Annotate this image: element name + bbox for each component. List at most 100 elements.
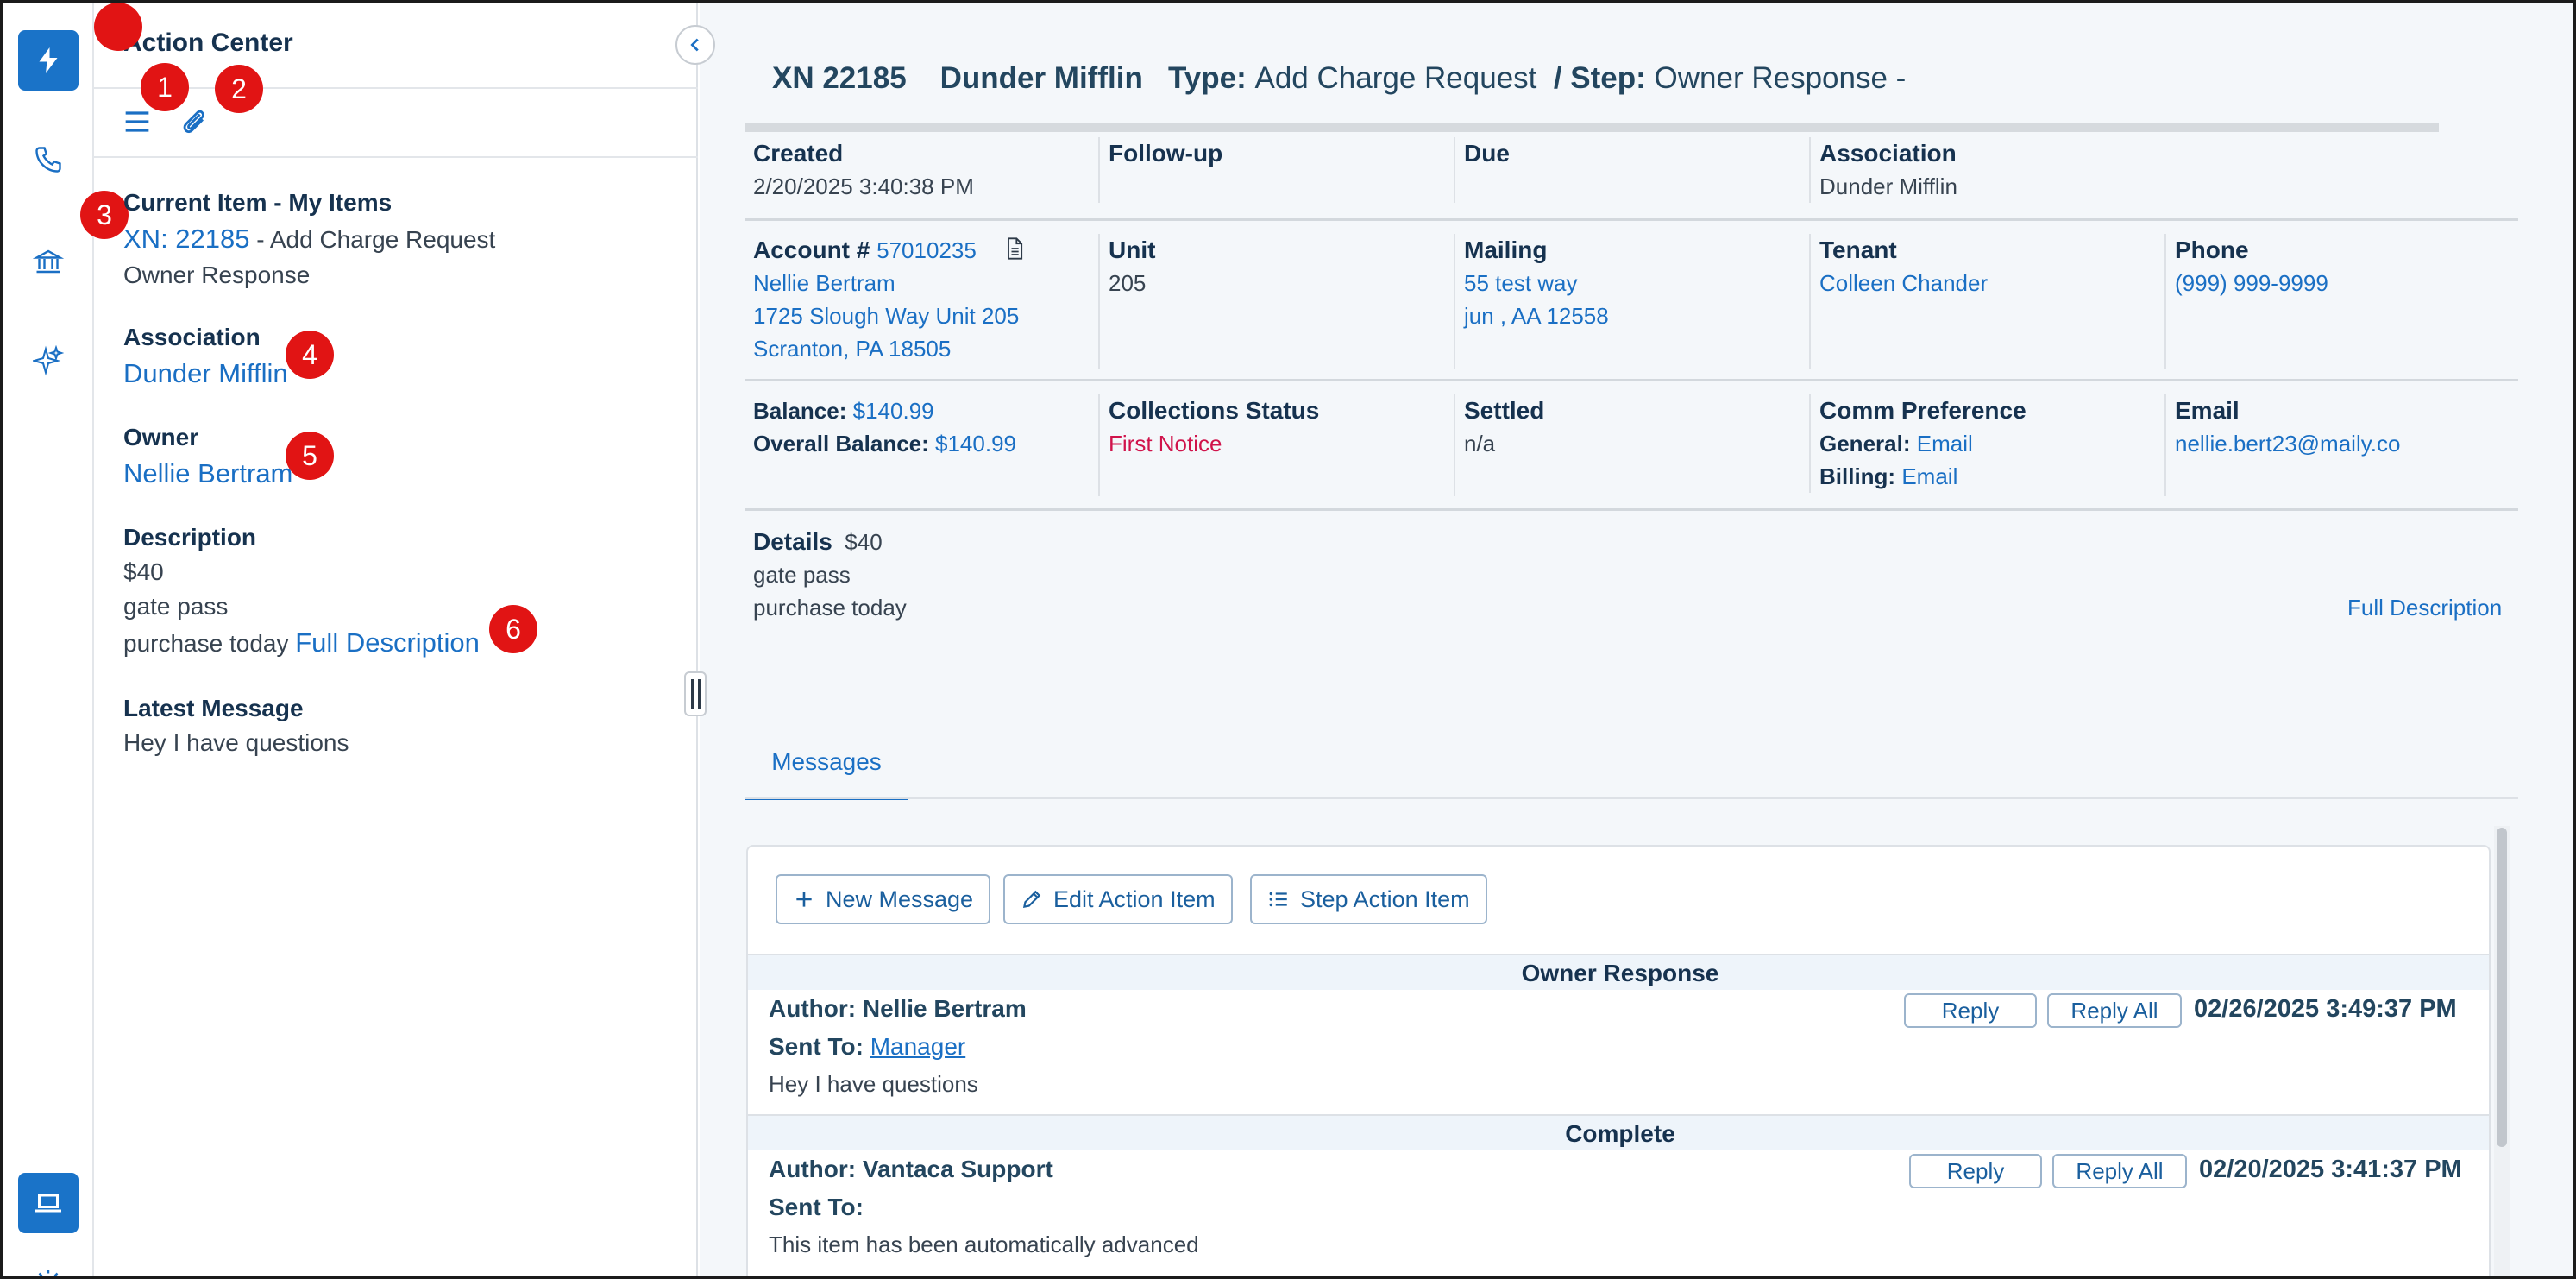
collections-status: First Notice	[1109, 431, 1222, 457]
settled-label: Settled	[1464, 397, 1545, 424]
reply-all-button[interactable]: Reply All	[2047, 993, 2182, 1028]
badge-2: 2	[215, 65, 263, 113]
rail-action-center-button[interactable]	[18, 30, 79, 91]
association-label: Association	[1819, 140, 1957, 167]
reply-button[interactable]: Reply	[1909, 1154, 2042, 1188]
association-cell: Association Dunder Mifflin	[1809, 137, 1957, 203]
list-icon	[1269, 892, 1287, 907]
collapse-panel-button[interactable]	[675, 25, 715, 65]
divider	[745, 508, 2518, 511]
details-full-description-link[interactable]: Full Description	[2347, 591, 2502, 624]
billing-label: Billing:	[1819, 463, 1896, 489]
panel-title: Action Center	[123, 28, 293, 57]
rail-laptop-button[interactable]	[18, 1173, 79, 1233]
association-link[interactable]: Dunder Mifflin	[123, 358, 288, 388]
mailing-label: Mailing	[1464, 236, 1548, 263]
lightning-icon	[39, 47, 58, 73]
tenant-label: Tenant	[1819, 236, 1897, 263]
page-title: XN 22185 Dunder Mifflin Type: Add Charge…	[772, 61, 1906, 96]
phone-icon	[35, 147, 61, 173]
owner-label: Owner	[123, 424, 199, 450]
badge-3: 3	[80, 191, 129, 239]
menu-icon[interactable]	[120, 104, 154, 139]
details-line-1: gate pass	[753, 562, 851, 588]
owner-link[interactable]: Nellie Bertram	[123, 458, 292, 488]
current-item-link[interactable]: XN: 22185	[123, 224, 250, 254]
messages-scrollbar[interactable]	[2494, 826, 2510, 1276]
rail-theme-button[interactable]	[18, 1252, 79, 1276]
plus-icon	[796, 892, 812, 907]
email-link[interactable]: nellie.bert23@maily.co	[2175, 427, 2400, 460]
sent-to-label: Sent To:	[769, 1194, 864, 1220]
reply-all-button[interactable]: Reply All	[2052, 1154, 2187, 1188]
current-item-step: Owner Response	[123, 261, 311, 288]
created-value: 2/20/2025 3:40:38 PM	[753, 173, 974, 199]
balance-link[interactable]: $140.99	[853, 398, 934, 424]
full-description-link[interactable]: Full Description	[295, 627, 480, 658]
step-action-item-label: Step Action Item	[1300, 885, 1470, 912]
rail-bank-button[interactable]	[18, 231, 79, 292]
main-content: XN 22185 Dunder Mifflin Type: Add Charge…	[700, 3, 2573, 1276]
message-author: Author: Nellie Bertram	[769, 995, 1027, 1022]
tab-underline	[745, 797, 2518, 799]
sun-icon	[38, 1270, 59, 1276]
message-date: 02/20/2025 3:41:37 PM	[2199, 1156, 2462, 1183]
paperclip-icon[interactable]	[177, 104, 211, 139]
general-label: General:	[1819, 431, 1911, 457]
sent-to-manager-link[interactable]: Manager	[870, 1033, 966, 1060]
reply-button[interactable]: Reply	[1904, 993, 2037, 1028]
unit-value: 205	[1109, 270, 1147, 296]
description-label: Description	[123, 524, 257, 551]
created-label: Created	[753, 140, 844, 167]
divider	[745, 379, 2518, 381]
phone-link[interactable]: (999) 999-9999	[2175, 267, 2328, 299]
balance-label: Balance:	[753, 398, 847, 424]
due-label: Due	[1464, 140, 1510, 167]
billing-value: Email	[1901, 463, 1958, 489]
unit-cell: Unit 205	[1098, 234, 1155, 369]
collections-cell: Collections Status First Notice	[1098, 394, 1319, 496]
document-icon[interactable]	[1002, 236, 1027, 261]
settled-value: n/a	[1464, 431, 1496, 457]
message-sent-to: Sent To:	[769, 1194, 864, 1221]
edit-action-item-button[interactable]: Edit Action Item	[1003, 874, 1233, 924]
edit-action-item-label: Edit Action Item	[1053, 885, 1216, 912]
panel-resize-handle[interactable]	[684, 671, 707, 716]
created-cell: Created 2/20/2025 3:40:38 PM	[745, 137, 974, 203]
tenant-cell: Tenant Colleen Chander	[1809, 234, 1988, 369]
owner-address-2[interactable]: Scranton, PA 18505	[753, 332, 1027, 365]
owner-name-link[interactable]: Nellie Bertram	[753, 267, 1027, 299]
association-label: Association	[123, 324, 261, 350]
sent-to-label: Sent To:	[769, 1033, 864, 1060]
rail-ai-button[interactable]	[18, 331, 79, 391]
current-item-label: Current Item - My Items	[123, 189, 393, 216]
progress-bar	[745, 123, 2439, 132]
tab-messages[interactable]: Messages	[745, 728, 908, 800]
owner-value-row: Nellie Bertram	[123, 458, 292, 489]
overall-balance-link[interactable]: $140.99	[935, 431, 1016, 457]
app-window: Action Center 1 2 3 Current Item - My It…	[0, 0, 2576, 1279]
message-body: Hey I have questions	[769, 1071, 978, 1097]
icon-rail	[3, 3, 94, 1276]
new-message-button[interactable]: New Message	[776, 874, 991, 924]
description-line-3-row: purchase today Full Description	[123, 627, 480, 658]
mailing-address-1[interactable]: 55 test way	[1464, 267, 1609, 299]
account-link[interactable]: 57010235	[876, 237, 977, 263]
comm-pref-label: Comm Preference	[1819, 397, 2026, 424]
account-cell: Account # 57010235 Nellie Bertram 1725 S…	[745, 234, 1027, 365]
message-step-header: Owner Response	[748, 954, 2489, 990]
owner-address-1[interactable]: 1725 Slough Way Unit 205	[753, 299, 1027, 332]
email-label: Email	[2175, 397, 2240, 424]
step-action-item-button[interactable]: Step Action Item	[1250, 874, 1487, 924]
chevron-left-icon	[690, 38, 699, 52]
description-line-2: gate pass	[123, 593, 229, 620]
rail-phone-button[interactable]	[18, 129, 79, 190]
tenant-link[interactable]: Colleen Chander	[1819, 267, 1988, 299]
balance-cell: Balance: $140.99 Overall Balance: $140.9…	[745, 394, 1016, 460]
mailing-address-2[interactable]: jun , AA 12558	[1464, 299, 1609, 332]
association-value: Dunder Mifflin	[1819, 173, 1957, 199]
divider	[94, 156, 698, 158]
collections-label: Collections Status	[1109, 397, 1320, 424]
action-center-panel: Action Center 1 2 3 Current Item - My It…	[80, 3, 698, 1276]
scrollbar-thumb[interactable]	[2497, 828, 2507, 1147]
